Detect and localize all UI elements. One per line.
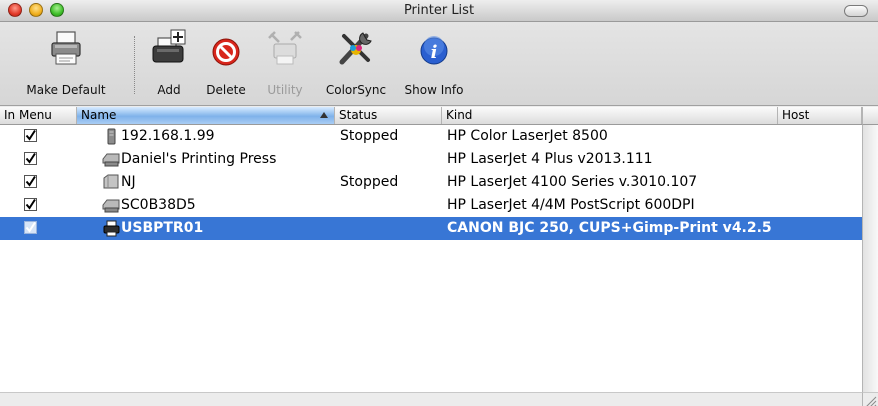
- printer-rows: 192.168.1.99 Stopped HP Color LaserJet 8…: [0, 125, 862, 240]
- in-menu-checkbox[interactable]: [24, 152, 37, 165]
- window-title: Printer List: [403, 3, 475, 18]
- title-bar[interactable]: Printer List: [0, 0, 878, 22]
- in-menu-checkbox[interactable]: [24, 221, 37, 234]
- table-row[interactable]: 192.168.1.99 Stopped HP Color LaserJet 8…: [0, 125, 862, 148]
- utility-icon: [268, 31, 302, 65]
- add-label: Add: [157, 83, 181, 97]
- printer-kind: CANON BJC 250, CUPS+Gimp-Print v4.2.5: [447, 220, 772, 236]
- printer-kind: HP Color LaserJet 8500: [447, 128, 608, 144]
- printer-kind: HP LaserJet 4100 Series v.3010.107: [447, 174, 698, 190]
- column-header-kind[interactable]: Kind: [442, 107, 778, 124]
- column-header-name[interactable]: Name: [77, 107, 335, 124]
- toolbar-separator: [134, 36, 136, 94]
- resize-grip-icon: [866, 396, 877, 406]
- show-info-button[interactable]: i Show Info: [402, 24, 466, 104]
- colorsync-label: ColorSync: [325, 83, 387, 97]
- resize-handle[interactable]: [862, 392, 878, 406]
- in-menu-checkbox[interactable]: [24, 198, 37, 211]
- generic-printer-icon: [103, 174, 119, 189]
- shared-printer-icon: [102, 153, 120, 167]
- usb-printer-icon: [103, 220, 120, 237]
- printer-default-icon: [51, 31, 81, 65]
- network-printer-icon: [107, 128, 116, 145]
- printer-list-window: Printer List Make Default Add Delete Uti…: [0, 0, 878, 406]
- in-menu-checkbox[interactable]: [24, 129, 37, 142]
- utility-label: Utility: [267, 83, 303, 97]
- delete-icon: [212, 38, 240, 66]
- table-row[interactable]: NJ Stopped HP LaserJet 4100 Series v.301…: [0, 171, 862, 194]
- add-printer-icon: [152, 29, 186, 63]
- info-icon: i: [420, 36, 448, 65]
- colorsync-button[interactable]: ColorSync: [318, 24, 394, 104]
- table-row-selected[interactable]: USBPTR01 CANON BJC 250, CUPS+Gimp-Print …: [0, 217, 862, 240]
- table-row[interactable]: SC0B38D5 HP LaserJet 4/4M PostScript 600…: [0, 194, 862, 217]
- shared-printer-icon: [102, 199, 120, 213]
- printer-name: SC0B38D5: [121, 197, 196, 213]
- colorsync-icon: [339, 32, 372, 65]
- printer-name: Daniel's Printing Press: [121, 151, 277, 167]
- column-header-name-label: Name: [81, 108, 117, 122]
- vertical-scrollbar[interactable]: [862, 125, 878, 392]
- printer-name: 192.168.1.99: [121, 128, 215, 144]
- printer-name: NJ: [121, 174, 136, 190]
- printer-kind: HP LaserJet 4/4M PostScript 600DPI: [447, 197, 695, 213]
- sort-ascending-icon: [320, 112, 328, 118]
- delete-label: Delete: [206, 83, 246, 97]
- column-header-in-menu[interactable]: In Menu: [0, 107, 77, 124]
- delete-button[interactable]: Delete: [198, 24, 254, 104]
- column-header-status[interactable]: Status: [335, 107, 442, 124]
- show-info-label: Show Info: [404, 83, 464, 97]
- make-default-button[interactable]: Make Default: [6, 24, 126, 104]
- bottom-bar: [0, 392, 862, 406]
- toolbar: Make Default Add Delete Utility ColorSyn…: [0, 22, 878, 106]
- table-header: In Menu Name Status Kind Host: [0, 107, 862, 125]
- printer-table: In Menu Name Status Kind Host 192.168.1.…: [0, 107, 878, 406]
- printer-name: USBPTR01: [121, 220, 204, 236]
- make-default-label: Make Default: [26, 83, 106, 97]
- svg-text:i: i: [431, 42, 438, 63]
- table-row[interactable]: Daniel's Printing Press HP LaserJet 4 Pl…: [0, 148, 862, 171]
- utility-button: Utility: [260, 24, 310, 104]
- in-menu-checkbox[interactable]: [24, 175, 37, 188]
- printer-status: Stopped: [340, 174, 399, 190]
- header-corner: [862, 107, 878, 125]
- add-button[interactable]: Add: [144, 24, 194, 104]
- printer-kind: HP LaserJet 4 Plus v2013.111: [447, 151, 653, 167]
- toolbar-toggle-button[interactable]: [844, 5, 868, 17]
- printer-status: Stopped: [340, 128, 399, 144]
- column-header-host[interactable]: Host: [778, 107, 862, 124]
